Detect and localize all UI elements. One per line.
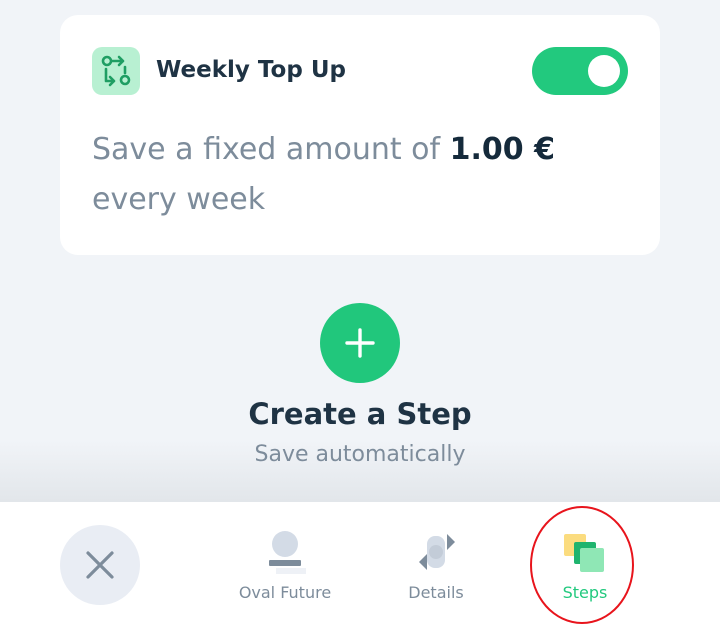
steps-icon: [564, 530, 608, 574]
description-prefix: Save a fixed amount of: [92, 132, 450, 167]
weekly-top-up-toggle[interactable]: [532, 47, 628, 95]
nav-label-oval-future: Oval Future: [238, 583, 332, 602]
create-step-button[interactable]: [320, 303, 400, 383]
close-button[interactable]: [60, 525, 140, 605]
nav-label-details: Details: [408, 583, 464, 602]
close-icon: [86, 551, 114, 579]
oval-future-icon: [264, 530, 308, 574]
toggle-knob: [588, 55, 620, 87]
create-step-title[interactable]: Create a Step: [0, 392, 720, 436]
create-step-subtitle: Save automatically: [254, 442, 466, 467]
bottom-navigation: Oval Future Details Steps: [0, 502, 720, 629]
card-description: Save a fixed amount of 1.00 € every week: [92, 125, 632, 225]
nav-item-steps[interactable]: Steps: [520, 530, 650, 610]
top-up-amount: 1.00 €: [449, 132, 555, 167]
repeat-transfer-icon: [92, 47, 140, 95]
weekly-top-up-card: Weekly Top Up Save a fixed amount of 1.0…: [60, 15, 660, 255]
description-suffix: every week: [92, 182, 266, 217]
nav-label-steps: Steps: [562, 583, 608, 602]
nav-item-details[interactable]: Details: [371, 530, 501, 610]
card-title: Weekly Top Up: [156, 57, 346, 83]
nav-item-oval-future[interactable]: Oval Future: [220, 530, 350, 610]
plus-icon: [345, 328, 375, 358]
details-icon: [415, 530, 459, 574]
